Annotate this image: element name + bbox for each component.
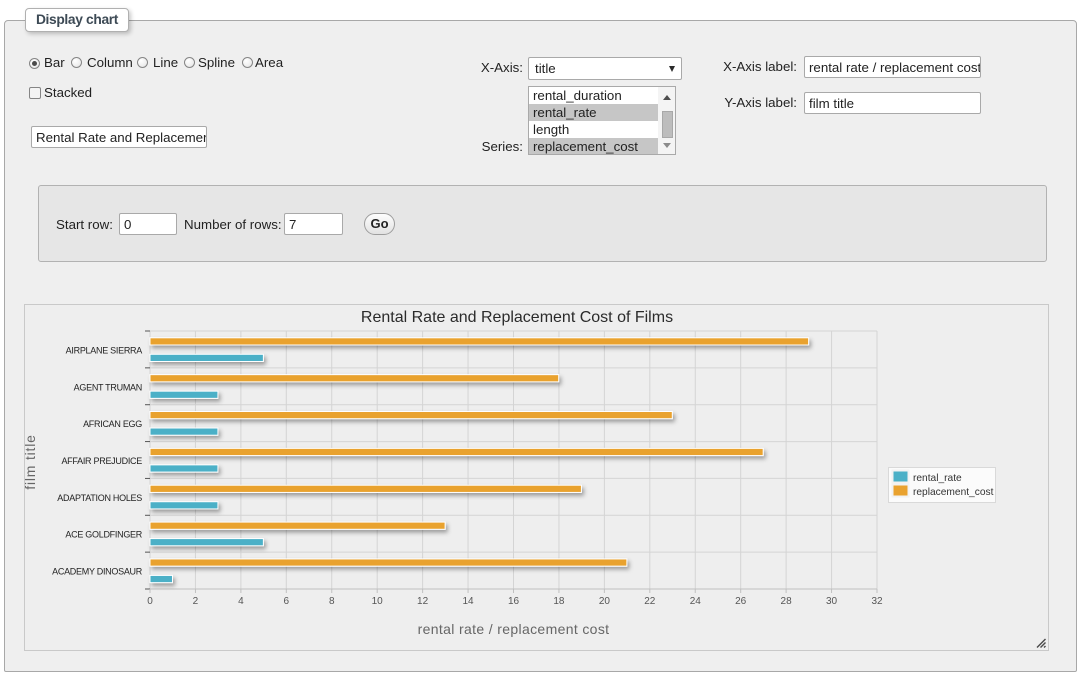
- svg-text:Rental Rate and Replacement Co: Rental Rate and Replacement Cost of Film…: [361, 309, 673, 326]
- svg-text:2: 2: [193, 596, 199, 607]
- svg-text:AFFAIR PREJUDICE: AFFAIR PREJUDICE: [61, 456, 142, 466]
- svg-text:0: 0: [147, 596, 153, 607]
- svg-text:ACE GOLDFINGER: ACE GOLDFINGER: [65, 530, 142, 540]
- svg-text:16: 16: [508, 596, 520, 607]
- svg-text:6: 6: [284, 596, 290, 607]
- svg-text:28: 28: [781, 596, 793, 607]
- svg-text:AGENT TRUMAN: AGENT TRUMAN: [74, 382, 142, 392]
- svg-text:10: 10: [372, 596, 384, 607]
- svg-text:AFRICAN EGG: AFRICAN EGG: [83, 419, 142, 429]
- svg-text:AIRPLANE SIERRA: AIRPLANE SIERRA: [66, 345, 143, 355]
- svg-text:rental_rate: rental_rate: [913, 473, 962, 484]
- svg-text:24: 24: [690, 596, 702, 607]
- svg-text:22: 22: [644, 596, 656, 607]
- svg-text:ACADEMY DINOSAUR: ACADEMY DINOSAUR: [52, 567, 143, 577]
- svg-text:14: 14: [462, 596, 474, 607]
- svg-text:18: 18: [553, 596, 565, 607]
- svg-text:12: 12: [417, 596, 429, 607]
- svg-text:20: 20: [599, 596, 611, 607]
- svg-text:8: 8: [329, 596, 335, 607]
- svg-text:4: 4: [238, 596, 244, 607]
- svg-text:ADAPTATION HOLES: ADAPTATION HOLES: [57, 493, 142, 503]
- svg-text:26: 26: [735, 596, 747, 607]
- svg-text:32: 32: [871, 596, 883, 607]
- svg-text:replacement_cost: replacement_cost: [913, 487, 994, 498]
- svg-text:film title: film title: [25, 434, 38, 489]
- svg-text:rental rate / replacement cost: rental rate / replacement cost: [418, 621, 610, 637]
- svg-text:30: 30: [826, 596, 838, 607]
